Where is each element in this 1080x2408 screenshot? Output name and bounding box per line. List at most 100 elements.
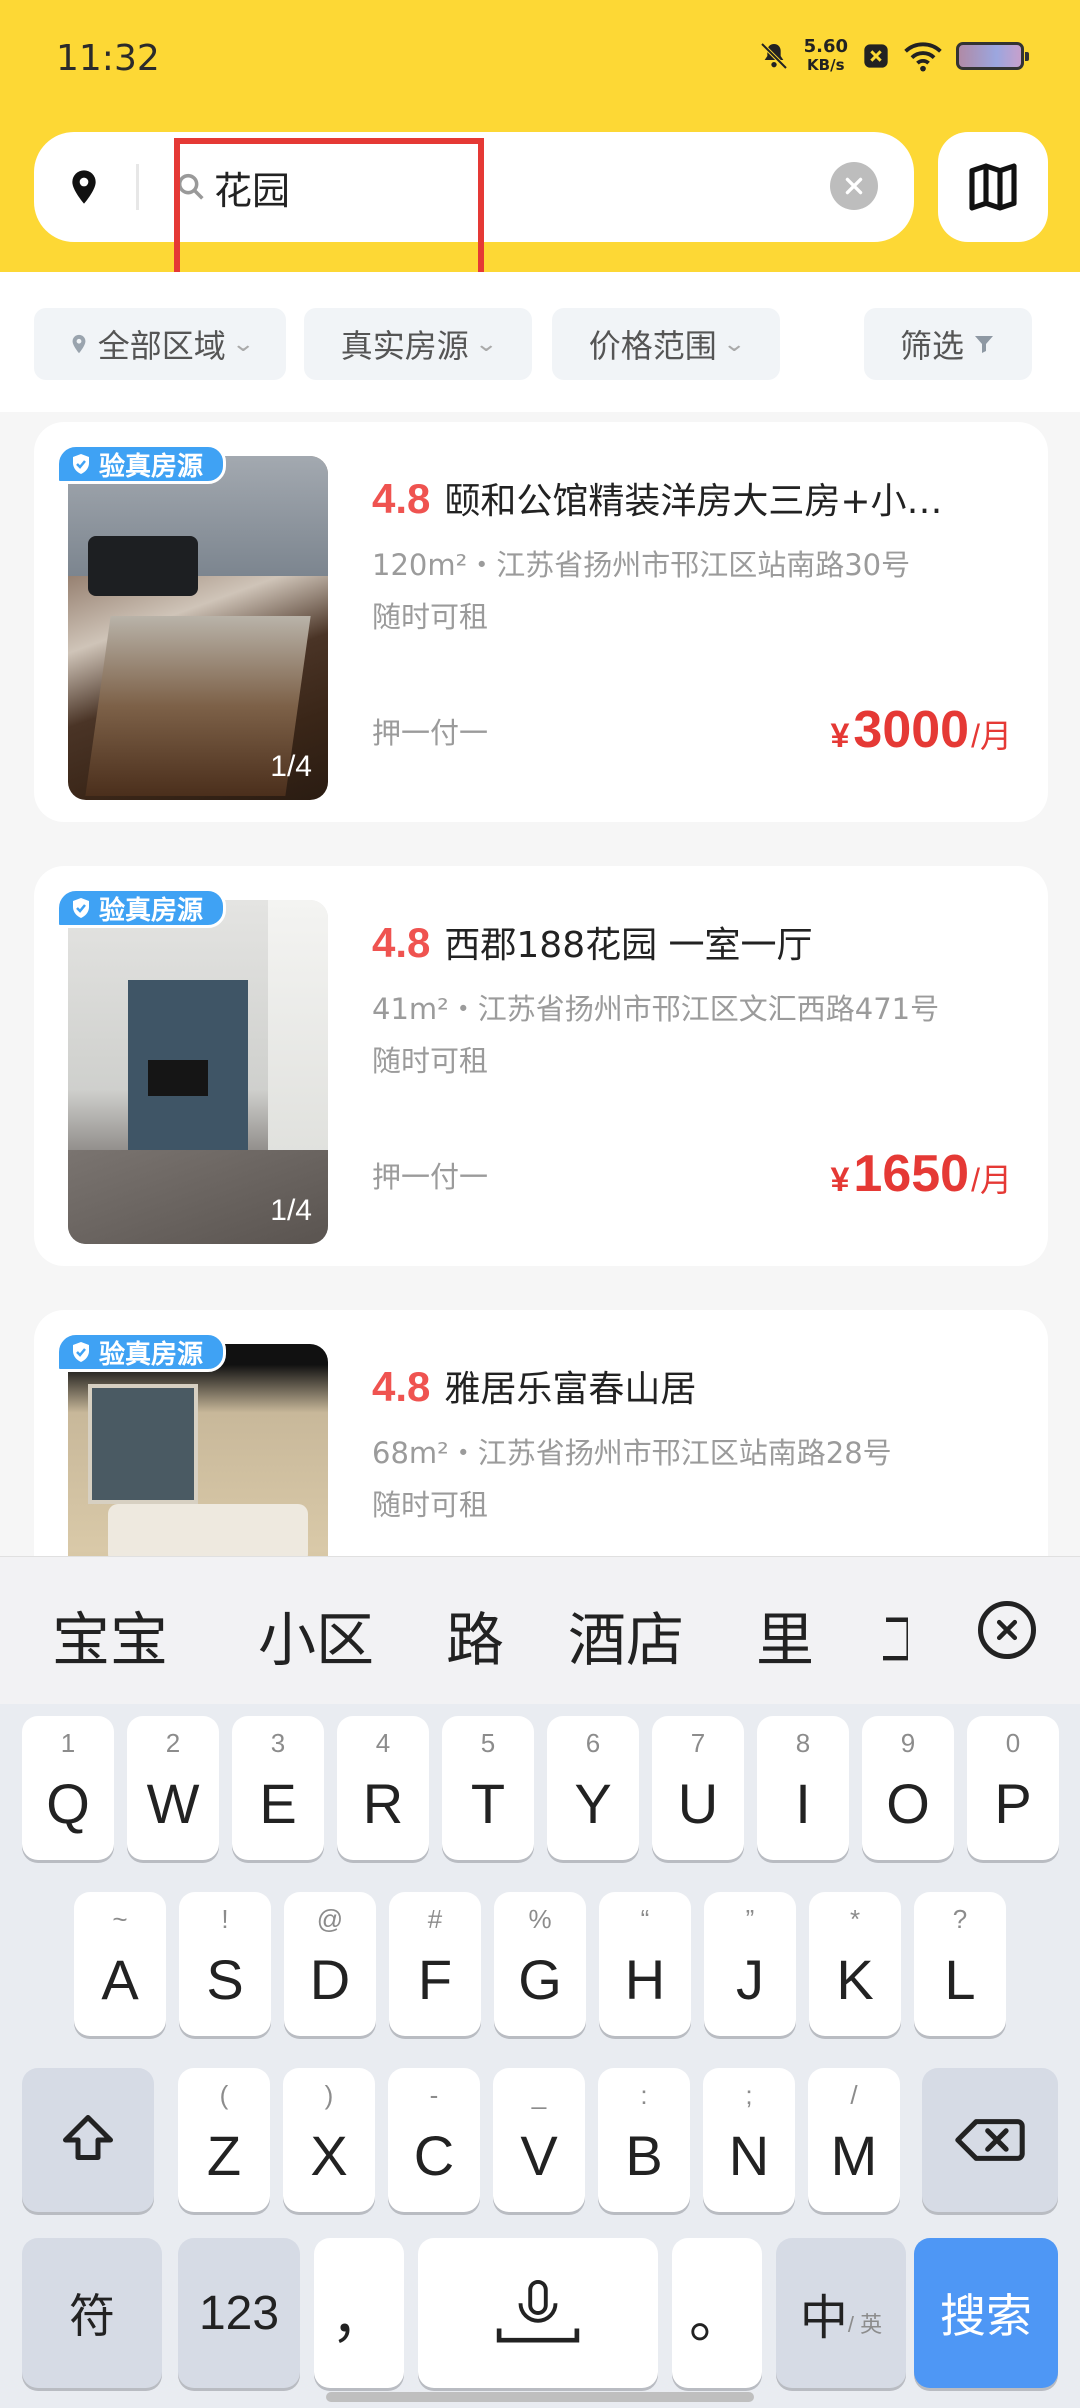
listing-rating: 4.8 xyxy=(372,1363,431,1410)
key-m[interactable]: / M xyxy=(808,2068,900,2212)
status-icons: 5.60 KB/s xyxy=(758,36,1029,75)
clear-search-button[interactable] xyxy=(830,162,878,210)
key-l[interactable]: ? L xyxy=(914,1892,1006,2036)
candidate-word[interactable]: 里 xyxy=(756,1593,814,1677)
key-letter: C xyxy=(413,2123,455,2187)
key-letter: R xyxy=(362,1771,404,1835)
shield-check-icon xyxy=(73,1342,89,1362)
net-speed-value: 5.60 xyxy=(803,36,848,57)
key-d[interactable]: @ D xyxy=(284,1892,376,2036)
photo-counter: 1/4 xyxy=(270,750,312,783)
candidate-word[interactable]: 工 xyxy=(880,1593,908,1677)
filter-more[interactable]: 筛选 xyxy=(864,308,1032,380)
key-t[interactable]: 5T xyxy=(442,1716,534,1860)
candidate-word[interactable]: 酒店 xyxy=(568,1593,684,1677)
listing-photo[interactable]: 1/4 xyxy=(68,900,328,1244)
shift-key[interactable] xyxy=(22,2068,154,2212)
key-z[interactable]: (Z xyxy=(178,2068,270,2212)
key-c[interactable]: -C xyxy=(388,2068,480,2212)
key-o[interactable]: 9O xyxy=(862,1716,954,1860)
key-hint: ? xyxy=(952,1904,968,1934)
close-candidates-button[interactable] xyxy=(978,1601,1036,1659)
backspace-icon xyxy=(955,2119,1025,2161)
key-hint: ! xyxy=(221,1904,229,1934)
key-h[interactable]: “H xyxy=(599,1892,691,2036)
header: 11:32 5.60 KB/s 花园 xyxy=(0,0,1080,278)
price-unit: /月 xyxy=(971,718,1012,754)
language-switch-key[interactable]: 中 / 英 xyxy=(776,2238,906,2388)
key-k[interactable]: * K xyxy=(809,1892,901,2036)
key-i[interactable]: 8I xyxy=(757,1716,849,1860)
listing-info: 4.8 西郡188花园 一室一厅 41m²・江苏省扬州市邗江区文汇西路471号 … xyxy=(372,916,1018,1080)
net-speed: 5.60 KB/s xyxy=(803,36,848,75)
numbers-key[interactable]: 123 xyxy=(178,2238,300,2388)
search-bar[interactable]: 花园 xyxy=(34,132,914,242)
filter-verified-label: 真实房源 xyxy=(340,327,469,365)
verified-badge: 验真房源 xyxy=(56,444,227,484)
key-letter: F xyxy=(417,1947,453,2011)
key-p[interactable]: 0P xyxy=(967,1716,1059,1860)
filter-area-label: 全部区域 xyxy=(97,327,226,365)
listing-meta: 41m²・江苏省扬州市邗江区文汇西路471号 xyxy=(372,992,940,1026)
location-pin-icon[interactable] xyxy=(64,167,104,207)
status-time: 11:32 xyxy=(56,38,160,79)
candidate-word[interactable]: 小区 xyxy=(258,1593,374,1677)
symbols-key[interactable]: 符 xyxy=(22,2238,162,2388)
filter-verified[interactable]: 真实房源 ⌄ xyxy=(304,308,532,380)
map-button[interactable] xyxy=(938,132,1048,242)
key-letter: L xyxy=(944,1947,976,2011)
key-a[interactable]: ~ A xyxy=(74,1892,166,2036)
photo-sofa xyxy=(88,536,198,596)
price-currency: ¥ xyxy=(830,717,850,755)
key-f[interactable]: # F xyxy=(389,1892,481,2036)
listing-title[interactable]: 西郡188花园 一室一厅 xyxy=(444,916,812,968)
filter-area[interactable]: 全部区域 ⌄ xyxy=(34,308,286,380)
key-r[interactable]: 4R xyxy=(337,1716,429,1860)
period-key[interactable]: 。 xyxy=(672,2238,762,2388)
key-j[interactable]: ” J xyxy=(704,1892,796,2036)
filter-price-label: 价格范围 xyxy=(588,327,717,365)
close-icon xyxy=(845,177,863,195)
candidate-word[interactable]: 宝宝 xyxy=(52,1593,168,1677)
listing-title[interactable]: 颐和公馆精装洋房大三房+小… xyxy=(444,472,942,524)
key-s[interactable]: ! S xyxy=(179,1892,271,2036)
backspace-key[interactable] xyxy=(922,2068,1058,2212)
key-letter: V xyxy=(520,2123,558,2187)
key-letter: T xyxy=(470,1771,506,1835)
filter-more-label: 筛选 xyxy=(899,327,964,365)
filter-funnel-icon xyxy=(975,336,993,353)
listing-photo[interactable]: 1/4 xyxy=(68,456,328,800)
key-hint: # xyxy=(427,1904,443,1934)
listing-title[interactable]: 雅居乐富春山居 xyxy=(444,1360,696,1412)
search-key[interactable]: 搜索 xyxy=(914,2238,1058,2388)
listing-availability: 随时可租 xyxy=(372,1044,489,1078)
key-b[interactable]: :B xyxy=(598,2068,690,2212)
key-letter: D xyxy=(309,1947,351,2011)
listing-deposit: 押一付一 xyxy=(372,716,489,750)
key-q[interactable]: 1Q xyxy=(22,1716,114,1860)
key-e[interactable]: 3E xyxy=(232,1716,324,1860)
key-hint: ( xyxy=(219,2080,229,2110)
key-v[interactable]: _ V xyxy=(493,2068,585,2212)
chevron-down-icon: ⌄ xyxy=(722,331,746,357)
search-input[interactable]: 花园 xyxy=(214,160,290,215)
listing-card[interactable]: 1/4 验真房源 4.8 西郡188花园 一室一厅 41m²・江苏省扬州市邗江区… xyxy=(34,866,1048,1266)
listing-card[interactable]: 1/4 验真房源 4.8 颐和公馆精装洋房大三房+小… 120m²・江苏省扬州市… xyxy=(34,422,1048,822)
key-x[interactable]: ) X xyxy=(283,2068,375,2212)
key-w[interactable]: 2W xyxy=(127,1716,219,1860)
comma-key[interactable]: ， xyxy=(314,2238,404,2388)
candidate-word[interactable]: 路 xyxy=(446,1593,504,1677)
key-hint: - xyxy=(429,2080,439,2110)
key-letter: I xyxy=(795,1771,811,1835)
key-hint: 2 xyxy=(165,1728,181,1758)
key-letter: A xyxy=(101,1947,139,2011)
space-key[interactable] xyxy=(418,2238,658,2388)
key-hint: * xyxy=(849,1904,861,1934)
key-n[interactable]: ; N xyxy=(703,2068,795,2212)
key-u[interactable]: 7U xyxy=(652,1716,744,1860)
verified-badge: 验真房源 xyxy=(56,888,227,928)
key-y[interactable]: 6Y xyxy=(547,1716,639,1860)
key-g[interactable]: % G xyxy=(494,1892,586,2036)
filter-price[interactable]: 价格范围 ⌄ xyxy=(552,308,780,380)
listing-title-line: 4.8 雅居乐富春山居 xyxy=(372,1360,1018,1412)
